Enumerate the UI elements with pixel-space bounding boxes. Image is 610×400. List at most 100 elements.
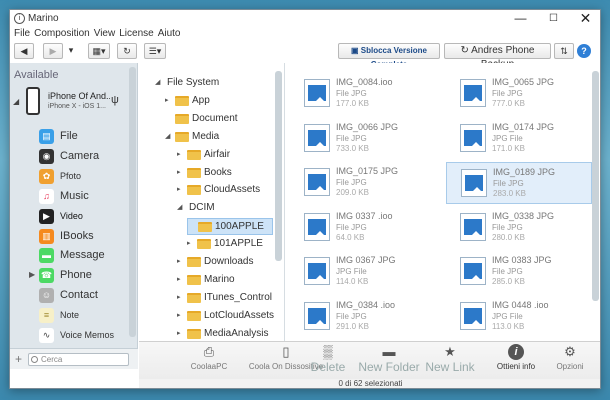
tree-item[interactable]: ▸ Downloads (177, 254, 259, 271)
gear-action-button[interactable]: ⚙ Opzioni (547, 344, 593, 376)
chevron-right-icon[interactable]: ▸ (177, 150, 181, 158)
chevron-right-icon[interactable]: ▸ (177, 311, 181, 319)
new-folder-action-button[interactable]: ▬ New Folder (357, 344, 421, 376)
unlock-full-version-button[interactable]: ▣ Sblocca Versione Completa (338, 43, 440, 69)
file-item[interactable]: IMG_0084.ioo File JPG 177.0 KB (290, 73, 436, 115)
menu-license[interactable]: License (119, 28, 153, 41)
help-icon[interactable]: ? (577, 44, 591, 58)
menu-composition[interactable]: Composition (34, 28, 90, 41)
tree-item[interactable]: ◢ File System (155, 75, 259, 92)
menu-view[interactable]: View (94, 28, 116, 41)
chevron-right-icon[interactable]: ▸ (187, 239, 191, 247)
folder-icon: ▤ (39, 129, 54, 144)
file-type: File JPG (493, 179, 524, 188)
tree-item[interactable]: ▸ LotCloudAssets (177, 308, 274, 325)
selection-status: 0 di 62 selezionati (338, 379, 403, 388)
file-item[interactable]: IMG_0065 JPG File JPG 777.0 KB (446, 73, 592, 115)
sidebar-item-message[interactable]: ▬ Message (10, 246, 128, 265)
sidebar-item-books[interactable]: ▥ IBooks (10, 227, 128, 246)
file-item[interactable]: IMG_0338 JPG File JPG 280.0 KB (446, 207, 592, 249)
file-item[interactable]: IMG_0189 JPG File JPG 283.0 KB (446, 162, 592, 204)
sidebar-item-notes[interactable]: ≡ Note (10, 306, 128, 325)
sidebar-item-folder[interactable]: ▤ File (10, 127, 128, 146)
tree-scrollbar[interactable] (275, 71, 282, 261)
chevron-down-icon[interactable]: ◢ (165, 132, 170, 140)
chevron-down-icon[interactable]: ◢ (155, 78, 160, 86)
chevron-right-icon[interactable]: ▸ (177, 275, 181, 283)
tree-item-label: Books (204, 166, 232, 178)
history-dropdown-button[interactable]: ▾ (65, 43, 77, 59)
menu-file[interactable]: File (14, 28, 30, 41)
image-file-icon (304, 168, 330, 196)
toolbar: ◀ ▶ ▾ ▦▾ ↻ ☰▾ ▣ Sblocca Versione Complet… (10, 41, 600, 70)
info-action-button[interactable]: i Ottieni info (489, 344, 543, 376)
phone-backup-button[interactable]: ↻ Andres Phone Backup (444, 43, 551, 70)
chevron-down-icon[interactable]: ◢ (177, 203, 182, 211)
chevron-right-icon[interactable]: ▶ (29, 270, 35, 279)
sidebar-item-contacts[interactable]: ☺ Contact (10, 286, 128, 305)
files-scrollbar[interactable] (592, 71, 599, 301)
sort-button[interactable]: ⇅ (554, 43, 574, 59)
tree-item[interactable]: ▸ CloudAssets (177, 182, 260, 199)
add-button[interactable]: + (15, 352, 22, 366)
tree-item[interactable]: ◢ DCIM (177, 200, 259, 217)
view-mode-button[interactable]: ▦▾ (88, 43, 110, 59)
sidebar-item-phone[interactable]: ▶ ☎ Phone (10, 266, 128, 285)
file-item[interactable]: IMG_0174 JPG JPG File 171.0 KB (446, 118, 592, 160)
tree-item-label: File System (167, 77, 220, 88)
file-item[interactable]: IMG 0448 .ioo JPG File 113.0 KB (446, 296, 592, 338)
trash-action-button[interactable]: ▒ Delete (305, 344, 351, 376)
image-file-icon (460, 79, 486, 107)
file-item[interactable]: IMG 0337 .ioo File JPG 64.0 KB (290, 207, 436, 249)
file-item[interactable]: IMG 0367 JPG JPG File 114.0 KB (290, 251, 436, 293)
copy-to-pc-action-button[interactable]: ⎙ CoolaaPC (179, 344, 239, 376)
tree-item[interactable]: ▸ 101APPLE (187, 236, 263, 253)
copy-to-device-icon: ▯ (282, 344, 290, 359)
chevron-right-icon[interactable]: ▸ (177, 329, 181, 337)
search-input[interactable]: Cerca (28, 353, 129, 366)
sidebar-item-camera[interactable]: ◉ Camera (10, 147, 128, 166)
refresh-button[interactable]: ↻ (117, 43, 137, 59)
tree-item[interactable]: ▸ Marino (177, 272, 259, 289)
sidebar-item-video[interactable]: ▶ Video (10, 207, 128, 226)
voice-memos-icon: ∿ (39, 328, 54, 343)
tree-item[interactable]: ▸ Books (177, 165, 259, 182)
file-size: 114.0 KB (336, 277, 369, 286)
file-item[interactable]: IMG 0383 JPG File JPG 285.0 KB (446, 251, 592, 293)
file-size: 113.0 KB (492, 321, 525, 331)
maximize-button[interactable]: ☐ (537, 10, 570, 28)
tree-item[interactable]: ▸ Airfair (177, 147, 259, 164)
image-file-icon (304, 79, 330, 107)
tree-item[interactable]: ▸ App (165, 93, 259, 110)
device-item[interactable]: ◢ iPhone Of And... iPhone X - iOS 1... ψ (10, 85, 128, 121)
menu-help[interactable]: Aiuto (158, 28, 181, 41)
back-button[interactable]: ◀ (14, 43, 34, 59)
chevron-right-icon[interactable]: ▸ (177, 293, 181, 301)
tree-item-label: 100APPLE (215, 221, 264, 233)
chevron-right-icon[interactable]: ▸ (165, 96, 169, 104)
forward-button[interactable]: ▶ (43, 43, 63, 59)
file-item[interactable]: IMG_0384 .ioo File JPG 291.0 KB (290, 296, 436, 338)
list-options-button[interactable]: ☰▾ (144, 43, 166, 59)
star-action-button[interactable]: ★ New Link (423, 344, 477, 376)
sidebar-scrollbar[interactable] (129, 67, 136, 337)
minimize-button[interactable]: — (504, 10, 537, 28)
sidebar-item-voice-memos[interactable]: ∿ Voice Memos (10, 326, 128, 345)
chevron-right-icon[interactable]: ▸ (177, 168, 181, 176)
sidebar-item-photos[interactable]: ✿ Рfoto (10, 167, 128, 186)
tree-item[interactable]: ▸ ITunes_Control (177, 290, 272, 307)
chevron-right-icon[interactable]: ▸ (177, 185, 181, 193)
new-folder-icon: ▬ (382, 344, 396, 359)
tree-item[interactable]: ◢ Media (165, 129, 259, 146)
device-name: iPhone Of And... (48, 91, 110, 101)
sidebar-item-music[interactable]: ♫ Music (10, 187, 128, 206)
tree-item[interactable]: Document (165, 111, 259, 128)
file-item[interactable]: IMG_0066 JPG File JPG 733.0 KB (290, 118, 436, 160)
device-subtitle: iPhone X - iOS 1... (48, 103, 106, 110)
file-name: IMG 0448 .ioo (492, 299, 549, 310)
close-button[interactable]: ✕ (569, 10, 600, 28)
chevron-down-icon[interactable]: ◢ (13, 97, 19, 106)
tree-item[interactable]: 100APPLE (187, 218, 273, 236)
chevron-right-icon[interactable]: ▸ (177, 257, 181, 265)
file-item[interactable]: IMG_0175 JPG File JPG 209.0 KB (290, 162, 436, 204)
